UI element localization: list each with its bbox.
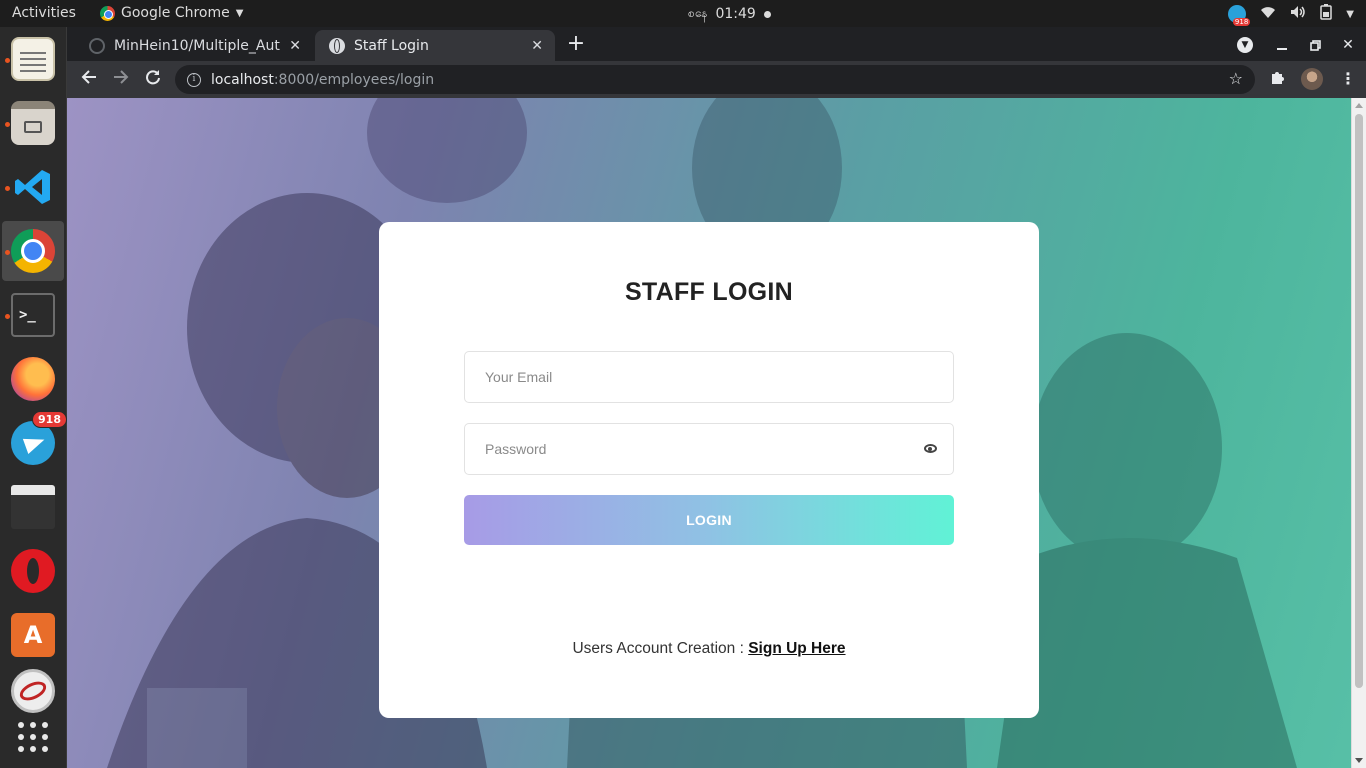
dock: >_ 918 A [0, 27, 67, 768]
close-icon[interactable]: ✕ [531, 38, 543, 54]
more-menu-icon[interactable]: ⋮ [1340, 69, 1356, 88]
clock-day: စနေ [688, 6, 708, 20]
volume-icon [1290, 5, 1306, 23]
dock-item-files[interactable] [2, 93, 64, 153]
running-indicator [5, 58, 10, 63]
page-title: STAFF LOGIN [624, 278, 794, 306]
bookmark-star-icon[interactable]: ☆ [1229, 69, 1243, 88]
tab-title: MinHein10/Multiple_Auth [114, 37, 282, 54]
opera-icon [11, 549, 55, 593]
battery-icon [1320, 4, 1333, 24]
app-menu[interactable]: Google Chrome ▼ [100, 5, 243, 21]
vertical-scrollbar[interactable] [1351, 98, 1366, 768]
tab-strip: MinHein10/Multiple_Auth ✕ Staff Login ✕ … [67, 27, 1366, 61]
running-indicator [5, 186, 10, 191]
dock-item-text-editor[interactable] [2, 29, 64, 89]
system-tray[interactable]: 918 ▼ [1228, 4, 1354, 26]
chrome-icon [11, 229, 55, 273]
signup-line: Users Account Creation : Sign Up Here [379, 640, 1039, 658]
dock-item-telegram[interactable]: 918 [2, 411, 67, 473]
running-indicator [5, 250, 10, 255]
clock-time: 01:49 [715, 6, 756, 22]
chrome-icon [100, 5, 115, 21]
restore-button[interactable] [1304, 34, 1326, 56]
files-icon [11, 101, 55, 145]
scroll-down-arrow-icon[interactable] [1355, 758, 1363, 763]
url-path: :8000/employees/login [273, 71, 435, 88]
dock-item-vscode[interactable] [2, 157, 64, 217]
text-editor-icon [11, 37, 55, 81]
dock-item-terminal[interactable]: >_ [2, 285, 64, 345]
tab-search-button[interactable]: ▼ [1234, 34, 1256, 56]
globe-icon [329, 37, 345, 54]
password-input[interactable] [465, 424, 953, 474]
email-field[interactable] [464, 351, 954, 403]
activities-button[interactable]: Activities [12, 5, 76, 21]
minimize-button[interactable] [1271, 34, 1293, 56]
info-icon[interactable]: i [187, 72, 201, 87]
close-icon[interactable]: ✕ [289, 38, 301, 54]
tray-badge-count: 918 [1232, 18, 1251, 26]
tab-title: Staff Login [354, 37, 429, 54]
browser-toolbar: i localhost:8000/employees/login ☆ ⋮ [67, 61, 1366, 98]
chevron-down-icon: ▼ [1237, 37, 1253, 53]
terminal-icon: >_ [11, 293, 55, 337]
new-tab-button[interactable]: + [563, 32, 589, 58]
dock-item-chrome[interactable] [2, 221, 64, 281]
system-menu-chevron-icon[interactable]: ▼ [1346, 9, 1354, 20]
clapperboard-icon [11, 485, 55, 529]
firefox-icon [11, 357, 55, 401]
wifi-icon [1260, 5, 1276, 23]
github-icon [89, 37, 105, 54]
back-button[interactable] [77, 68, 101, 92]
notification-badge: 918 [32, 411, 67, 428]
tab-staff-login[interactable]: Staff Login ✕ [315, 30, 555, 61]
scrollbar-thumb[interactable] [1355, 114, 1363, 688]
app-grid-icon [18, 722, 48, 752]
app-menu-label: Google Chrome [121, 5, 230, 21]
extensions-puzzle-icon[interactable] [1270, 69, 1286, 89]
dock-item-firefox[interactable] [2, 349, 64, 409]
forward-button[interactable] [109, 68, 133, 92]
telegram-icon: 918 [11, 411, 67, 465]
page-viewport: STAFF LOGIN LOGIN Users Account Creation… [67, 98, 1366, 768]
dock-item-video-editor[interactable] [2, 477, 64, 537]
notification-dot-icon [763, 10, 771, 18]
show-applications-button[interactable] [2, 707, 64, 767]
reload-button[interactable] [141, 68, 165, 92]
login-card: STAFF LOGIN LOGIN Users Account Creation… [379, 222, 1039, 718]
dock-item-app-store[interactable]: A [2, 605, 64, 665]
login-button[interactable]: LOGIN [464, 495, 954, 545]
profile-avatar[interactable] [1301, 68, 1323, 90]
address-bar[interactable]: i localhost:8000/employees/login ☆ [175, 65, 1255, 94]
running-indicator [5, 122, 10, 127]
signup-prefix: Users Account Creation : [572, 640, 749, 657]
app-store-icon: A [11, 613, 55, 657]
dock-item-opera[interactable] [2, 541, 64, 601]
system-top-bar: Activities Google Chrome ▼ စနေ 01:49 918… [0, 0, 1366, 27]
email-input[interactable] [465, 352, 953, 402]
eye-icon[interactable] [924, 444, 937, 453]
chrome-window: MinHein10/Multiple_Auth ✕ Staff Login ✕ … [67, 27, 1366, 768]
close-window-button[interactable]: ✕ [1337, 34, 1359, 56]
signup-link[interactable]: Sign Up Here [748, 640, 845, 657]
scroll-up-arrow-icon[interactable] [1355, 103, 1363, 108]
password-field[interactable] [464, 423, 954, 475]
running-indicator [5, 314, 10, 319]
clock[interactable]: စနေ 01:49 [688, 5, 771, 23]
url-host: localhost [211, 71, 274, 88]
telegram-tray-icon[interactable]: 918 [1228, 5, 1251, 26]
vscode-icon [11, 165, 55, 209]
chevron-down-icon: ▼ [235, 7, 244, 19]
tab-github[interactable]: MinHein10/Multiple_Auth ✕ [75, 30, 313, 61]
